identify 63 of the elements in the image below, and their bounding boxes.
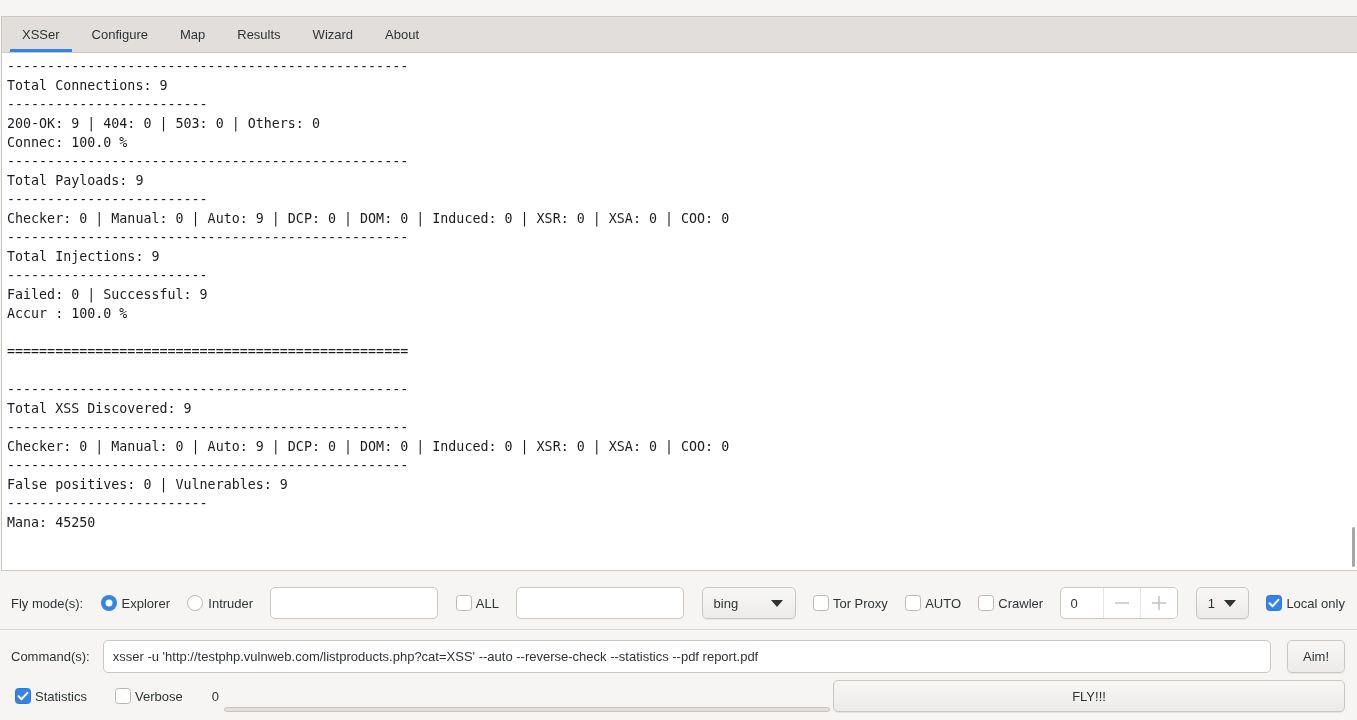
output-line: -------------------------	[7, 96, 208, 114]
output-line: Mana: 45250	[7, 514, 96, 532]
caret-icon	[1224, 599, 1237, 607]
checkbox[interactable]	[15, 688, 31, 704]
checkbox-label: Verbose	[135, 688, 183, 704]
input-field[interactable]	[270, 587, 439, 619]
output-line: --------------------------------------------------	[7, 229, 409, 247]
scrollbar-thumb[interactable]	[1351, 527, 1355, 567]
dropdown[interactable]: 1	[1195, 587, 1250, 619]
checkbox[interactable]	[905, 595, 922, 611]
output-line: Checker: 0 | Manual: 0 | Auto: 9 | DCP: 0 | DOM: 0 | Induced: 0 | XSR: 0 | XSA: 0 | COO: 0	[7, 210, 730, 228]
radio-label: Explorer	[121, 595, 170, 611]
checkbox-label: Local only	[1286, 595, 1345, 611]
output-line: Checker: 0 | Manual: 0 | Auto: 9 | DCP: 0 | DOM: 0 | Induced: 0 | XSR: 0 | XSA: 0 | COO: 0	[7, 438, 730, 456]
spin-box[interactable]: 0	[1060, 587, 1179, 619]
increment-button[interactable]	[1140, 588, 1178, 618]
checkbox[interactable]	[978, 595, 995, 611]
radio-button[interactable]	[100, 595, 117, 611]
command-label: Command(s):	[11, 649, 90, 664]
checkbox-label: AUTO	[925, 595, 962, 611]
output-line: --------------------------------------------------	[7, 58, 409, 76]
tab[interactable]: Wizard	[300, 17, 366, 52]
aim-button[interactable]: Aim!	[1287, 640, 1345, 673]
output-line: --------------------------------------------------	[7, 381, 409, 399]
checkbox-label: Crawler	[998, 595, 1044, 611]
input-field[interactable]	[516, 587, 685, 619]
caret-icon	[770, 599, 783, 607]
output-line: -------------------------	[7, 267, 208, 285]
tab[interactable]: XSSer	[10, 17, 72, 52]
checkbox[interactable]	[115, 688, 131, 704]
command-field[interactable]: xsser -u 'http://testphp.vulnweb.com/listproducts.php?cat=XSS' --auto --reverse-check --statistics --pdf report.pdf	[102, 640, 1271, 673]
output-line: Failed: 0 | Successful: 9	[7, 286, 208, 304]
checkbox-label: Statistics	[35, 688, 87, 704]
output-line: Connec: 100.0 %	[7, 134, 128, 152]
tab[interactable]: Configure	[79, 17, 160, 52]
output-line: -------------------------	[7, 495, 208, 513]
output-line: -------------------------	[7, 191, 208, 209]
output-line: Total Injections: 9	[7, 248, 160, 266]
checkbox[interactable]	[1266, 595, 1283, 611]
progress-value: 0	[211, 688, 219, 704]
radio-button[interactable]	[187, 595, 204, 611]
plus-icon	[1152, 596, 1167, 610]
dropdown[interactable]: bing	[701, 587, 796, 619]
output-line: --------------------------------------------------	[7, 457, 409, 475]
output-line: --------------------------------------------------	[7, 153, 409, 171]
output-line: Total Connections: 9	[7, 77, 168, 95]
checkbox-label: ALL	[475, 595, 499, 611]
tab[interactable]: Results	[225, 17, 293, 52]
tab[interactable]: About	[373, 17, 432, 52]
output-line: Total XSS Discovered: 9	[7, 400, 192, 418]
checkbox-label: Tor Proxy	[832, 595, 888, 611]
output-line: False positives: 0 | Vulnerables: 9	[7, 476, 288, 494]
output-line: Accur : 100.0 %	[7, 305, 128, 323]
output-line: Total Payloads: 9	[7, 172, 144, 190]
tab[interactable]: Map	[167, 17, 218, 52]
output-line: ==================================================	[7, 343, 409, 361]
checkbox[interactable]	[812, 595, 829, 611]
checkbox[interactable]	[455, 595, 472, 611]
fly-mode-label: Fly mode(s):	[11, 595, 84, 611]
fly-button[interactable]: FLY!!!	[833, 680, 1345, 712]
output-line: --------------------------------------------------	[7, 419, 409, 437]
radio-label: Intruder	[208, 595, 254, 611]
output-line: 200-OK: 9 | 404: 0 | 503: 0 | Others: 0	[7, 115, 320, 133]
